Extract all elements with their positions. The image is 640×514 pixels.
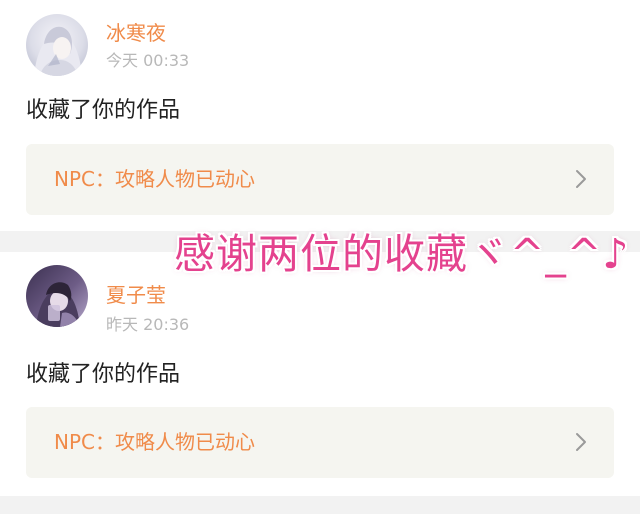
divider <box>0 496 640 514</box>
notification-item: 冰寒夜 今天 00:33 收藏了你的作品 NPC：攻略人物已动心 <box>0 0 640 231</box>
timestamp: 昨天 20:36 <box>106 315 190 334</box>
username[interactable]: 夏子莹 <box>106 283 166 307</box>
chevron-right-icon <box>576 433 586 451</box>
timestamp: 今天 00:33 <box>106 51 190 70</box>
chevron-right-icon <box>576 170 586 188</box>
work-link[interactable]: NPC：攻略人物已动心 <box>26 144 614 215</box>
avatar-image <box>26 14 88 76</box>
work-link[interactable]: NPC：攻略人物已动心 <box>26 407 614 478</box>
username[interactable]: 冰寒夜 <box>106 21 166 45</box>
action-text: 收藏了你的作品 <box>26 98 181 123</box>
avatar[interactable] <box>26 265 88 327</box>
work-title: NPC：攻略人物已动心 <box>54 430 255 454</box>
notification-item: 夏子莹 昨天 20:36 收藏了你的作品 NPC：攻略人物已动心 <box>0 252 640 496</box>
avatar[interactable] <box>26 14 88 76</box>
avatar-image <box>26 265 88 327</box>
overlay-caption: 感谢两位的收藏ヾ^_^♪ <box>174 230 630 278</box>
action-text: 收藏了你的作品 <box>26 362 181 387</box>
work-title: NPC：攻略人物已动心 <box>54 167 255 191</box>
